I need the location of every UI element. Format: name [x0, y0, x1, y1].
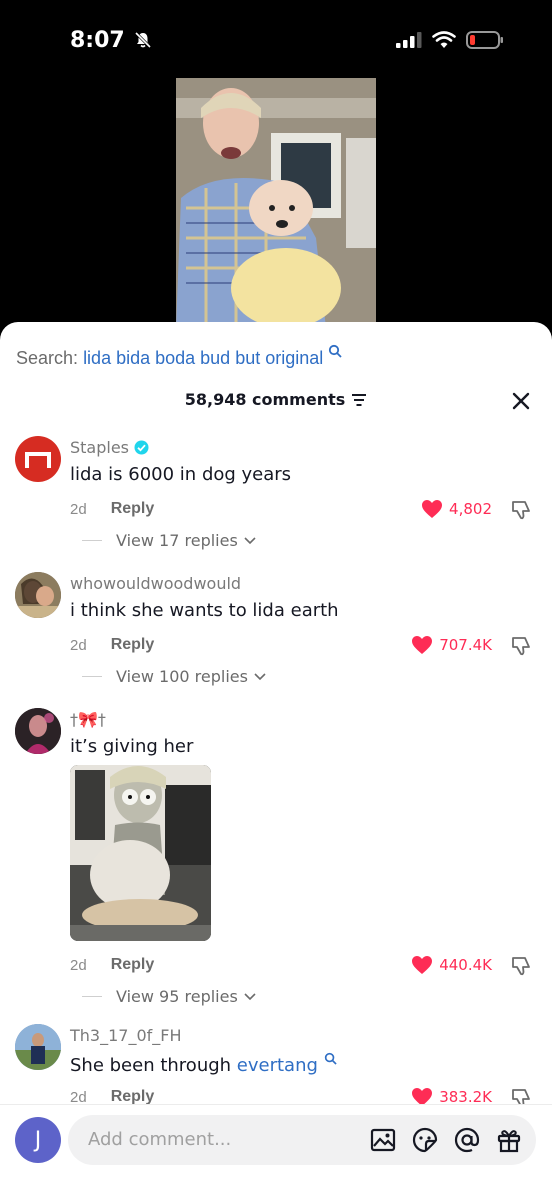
wifi-icon [432, 31, 456, 48]
comment-age: 2d [70, 956, 87, 974]
comment-age: 2d [70, 500, 87, 518]
avatar-photo-image [15, 708, 61, 754]
staples-logo-icon [25, 452, 51, 468]
like-button[interactable]: 707.4K [411, 635, 492, 655]
verified-badge-icon [134, 440, 149, 455]
reply-button[interactable]: Reply [111, 500, 155, 518]
heart-icon [412, 956, 433, 974]
status-time-text: 8:07 [70, 28, 125, 53]
gift-icon[interactable] [496, 1127, 522, 1153]
avatar[interactable] [15, 436, 61, 482]
search-label: Search: [16, 348, 79, 368]
avatar[interactable] [15, 1024, 61, 1070]
comment-text-plain: She been through [70, 1055, 237, 1076]
mention-icon[interactable] [454, 1127, 480, 1153]
username-text: †🎀† [70, 710, 106, 729]
comment-age: 2d [70, 1088, 87, 1106]
chevron-down-icon [254, 672, 266, 680]
username-text: Staples [70, 438, 130, 457]
avatar-photo-image [15, 1024, 61, 1070]
reply-button[interactable]: Reply [111, 636, 155, 654]
avatar-photo-image [15, 572, 61, 618]
comment-username[interactable]: Th3_17_0f_FH [70, 1026, 182, 1045]
heart-icon [412, 636, 433, 654]
comment-image[interactable] [70, 765, 211, 941]
comment-meta: 2d Reply [70, 500, 154, 518]
comment-text: it’s giving her [70, 736, 194, 757]
reply-button[interactable]: Reply [111, 956, 155, 974]
cellular-signal-icon [396, 32, 422, 48]
comment-text: She been through evertang [70, 1052, 337, 1076]
video-preview[interactable] [176, 78, 376, 328]
dislike-icon[interactable] [510, 499, 532, 521]
bell-muted-icon [135, 31, 152, 49]
avatar[interactable] [15, 572, 61, 618]
view-replies-button[interactable]: View 17 replies [82, 531, 256, 550]
comment-username[interactable]: Staples [70, 438, 149, 457]
comment-username[interactable]: whowouldwoodwould [70, 574, 241, 593]
sort-filter-icon[interactable] [351, 393, 367, 407]
comment-age: 2d [70, 636, 87, 654]
search-icon [329, 344, 342, 358]
heart-icon [422, 500, 443, 518]
status-time: 8:07 [70, 28, 152, 53]
composer-actions [370, 1127, 522, 1153]
battery-low-icon [466, 31, 503, 49]
dislike-icon[interactable] [510, 635, 532, 657]
related-search[interactable]: Search: lida bida boda bud but original [16, 344, 342, 369]
username-text: Th3_17_0f_FH [70, 1026, 182, 1045]
comment-input[interactable]: Add comment... [68, 1115, 536, 1165]
comment-meta: 2d Reply [70, 636, 154, 654]
image-icon[interactable] [370, 1127, 396, 1153]
view-replies-button[interactable]: View 95 replies [82, 987, 256, 1006]
comment-item: †🎀† it’s giving her 2d Reply 440.4K View… [0, 706, 552, 1006]
chevron-down-icon [244, 536, 256, 544]
comment-attached-image [70, 765, 211, 941]
like-count: 707.4K [439, 636, 492, 654]
chevron-down-icon [244, 992, 256, 1000]
comment-item: Staples lida is 6000 in dog years 2d Rep… [0, 434, 552, 559]
like-count: 440.4K [439, 956, 492, 974]
comments-sheet: Search: lida bida boda bud but original … [0, 322, 552, 1199]
comment-count-sort[interactable]: 58,948 comments [185, 390, 368, 409]
status-bar: 8:07 [0, 0, 552, 80]
comments-header: 58,948 comments [0, 390, 552, 409]
like-button[interactable]: 4,802 [421, 499, 492, 519]
view-replies-button[interactable]: View 100 replies [82, 667, 266, 686]
comment-meta: 2d Reply [70, 956, 154, 974]
comment-username[interactable]: †🎀† [70, 710, 106, 729]
comment-input-placeholder: Add comment... [88, 1129, 232, 1150]
comment-text: i think she wants to lida earth [70, 600, 339, 621]
comment-text: lida is 6000 in dog years [70, 464, 292, 485]
like-count: 4,802 [449, 500, 492, 518]
avatar[interactable] [15, 708, 61, 754]
view-replies-text: View 17 replies [116, 531, 238, 550]
comment-search-link[interactable]: evertang [237, 1055, 318, 1076]
sticker-icon[interactable] [412, 1127, 438, 1153]
username-text: whowouldwoodwould [70, 574, 242, 593]
dislike-icon[interactable] [510, 955, 532, 977]
video-thumbnail-image [176, 78, 376, 328]
comment-composer: J Add comment... [0, 1104, 552, 1199]
close-icon[interactable] [510, 390, 532, 412]
view-replies-text: View 95 replies [116, 987, 238, 1006]
comment-item: whowouldwoodwould i think she wants to l… [0, 570, 552, 695]
my-avatar[interactable]: J [15, 1117, 61, 1163]
search-icon [324, 1052, 337, 1065]
comment-count: 58,948 comments [184, 390, 346, 409]
view-replies-text: View 100 replies [116, 667, 248, 686]
status-indicators [396, 30, 504, 50]
like-button[interactable]: 440.4K [411, 955, 492, 975]
search-query-link[interactable]: lida bida boda bud but original [83, 348, 323, 368]
